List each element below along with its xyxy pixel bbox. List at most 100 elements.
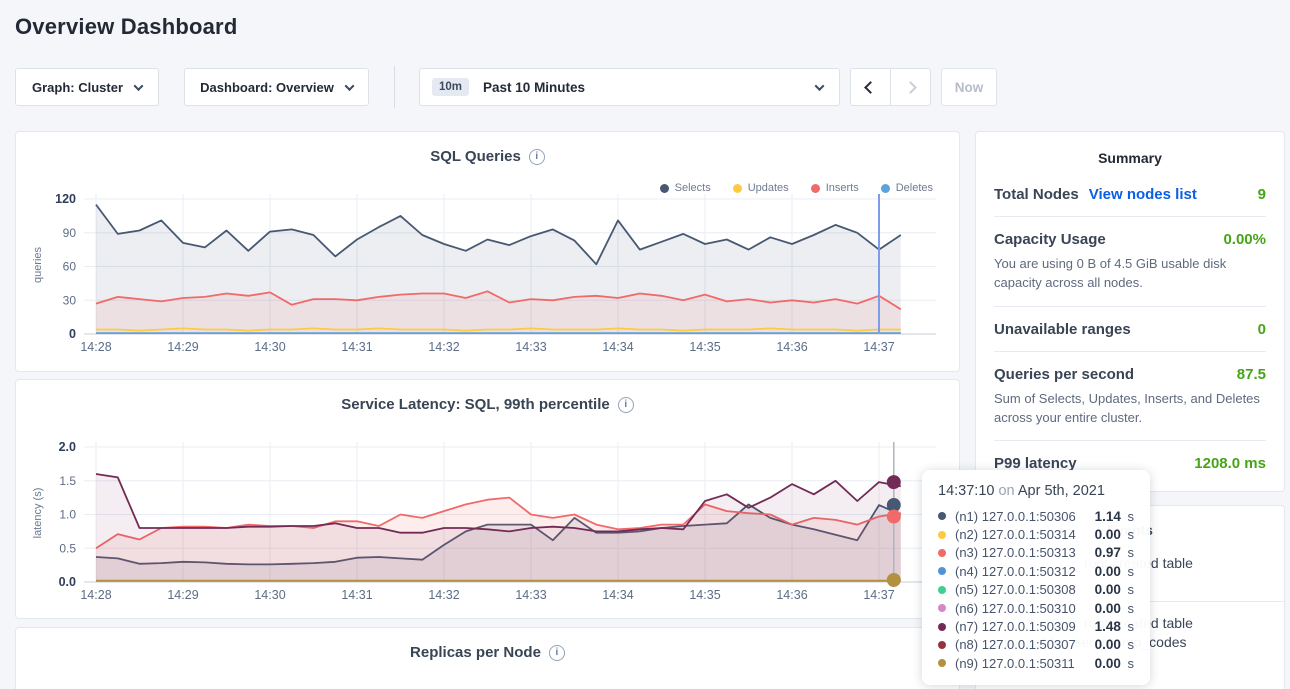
node-color-dot-icon	[938, 586, 946, 594]
node-color-dot-icon	[938, 623, 946, 631]
graph-scope-dropdown-label: Graph: Cluster	[32, 80, 123, 95]
summary-row-value: 9	[1258, 186, 1266, 203]
tooltip-node-value: 0.00 s	[1095, 637, 1134, 652]
service-latency-chart[interactable]: 14:2814:2914:3014:3114:3214:3314:3414:35…	[16, 380, 961, 618]
summary-row-label: Capacity Usage	[994, 231, 1106, 248]
summary-row: Capacity Usage0.00%You are using 0 B of …	[994, 217, 1266, 307]
svg-text:14:29: 14:29	[167, 340, 198, 354]
tooltip-node-unit: s	[1124, 619, 1134, 634]
chevron-left-icon	[864, 81, 877, 94]
tooltip-node-value: 0.00 s	[1095, 601, 1134, 616]
svg-text:14:33: 14:33	[515, 340, 546, 354]
svg-text:120: 120	[55, 192, 76, 206]
node-color-dot-icon	[938, 531, 946, 539]
summary-row-subtext: Sum of Selects, Updates, Inserts, and De…	[994, 390, 1266, 428]
tooltip-node-label: (n7) 127.0.0.1:50309	[955, 619, 1076, 634]
svg-text:0.0: 0.0	[59, 575, 76, 589]
info-icon[interactable]: i	[549, 645, 565, 661]
svg-text:2.0: 2.0	[59, 440, 76, 454]
node-color-dot-icon	[938, 659, 946, 667]
summary-row-label: Total Nodes	[994, 186, 1079, 203]
tooltip-node-unit: s	[1124, 509, 1134, 524]
time-back-button[interactable]	[850, 68, 891, 106]
tooltip-node-unit: s	[1124, 564, 1134, 579]
tooltip-node-label: (n8) 127.0.0.1:50307	[955, 637, 1076, 652]
svg-text:30: 30	[63, 293, 77, 307]
service-latency-panel: Service Latency: SQL, 99th percentile i …	[15, 379, 960, 619]
summary-header: Summary	[976, 132, 1284, 172]
page-title: Overview Dashboard	[15, 14, 237, 40]
dashboard-dropdown[interactable]: Dashboard: Overview	[184, 68, 369, 106]
svg-text:0: 0	[69, 327, 76, 341]
tooltip-node-row: (n2) 127.0.0.1:50314 0.00 s	[938, 525, 1134, 543]
svg-text:14:34: 14:34	[602, 340, 633, 354]
tooltip-node-row: (n1) 127.0.0.1:503061.14 s	[938, 507, 1134, 525]
now-button[interactable]: Now	[941, 68, 997, 106]
tooltip-node-label: (n2) 127.0.0.1:50314	[955, 527, 1076, 542]
dashboard-dropdown-label: Dashboard: Overview	[200, 80, 334, 95]
chevron-down-icon	[344, 81, 354, 91]
svg-text:14:28: 14:28	[80, 340, 111, 354]
tooltip-node-row: (n7) 127.0.0.1:50309 1.48 s	[938, 617, 1134, 635]
svg-text:14:37: 14:37	[863, 588, 894, 602]
tooltip-node-unit: s	[1124, 656, 1134, 671]
time-range-label: Past 10 Minutes	[483, 80, 585, 95]
svg-text:14:34: 14:34	[602, 588, 633, 602]
svg-text:90: 90	[63, 226, 77, 240]
svg-text:14:28: 14:28	[80, 588, 111, 602]
tooltip-node-unit: s	[1124, 527, 1134, 542]
controls-divider	[394, 66, 395, 108]
tooltip-node-value: 1.14 s	[1095, 509, 1134, 524]
tooltip-node-label: (n6) 127.0.0.1:50310	[955, 601, 1076, 616]
graph-scope-dropdown[interactable]: Graph: Cluster	[15, 68, 159, 106]
chart-hover-tooltip: 14:37:10 on Apr 5th, 2021 (n1) 127.0.0.1…	[922, 470, 1150, 685]
tooltip-node-value: 1.48 s	[1095, 619, 1134, 634]
sql-y-axis-unit: queries	[32, 215, 44, 315]
overview-dashboard-page: Overview Dashboard Graph: Cluster Dashbo…	[0, 0, 1290, 689]
tooltip-node-unit: s	[1124, 582, 1134, 597]
time-range-badge: 10m	[432, 78, 469, 96]
summary-row-head: Unavailable ranges0	[994, 321, 1266, 338]
summary-row-head: Queries per second87.5	[994, 366, 1266, 383]
replicas-per-node-title: Replicas per Node	[410, 644, 541, 661]
tooltip-node-value: 0.97 s	[1095, 545, 1134, 560]
chevron-right-icon	[904, 81, 917, 94]
svg-text:14:29: 14:29	[167, 588, 198, 602]
tooltip-node-value: 0.00 s	[1095, 564, 1134, 579]
summary-row-value: 0.00%	[1223, 231, 1266, 248]
svg-text:60: 60	[63, 260, 77, 274]
tooltip-node-value: 0.00 s	[1095, 527, 1134, 542]
time-range-selector[interactable]: 10m Past 10 Minutes	[419, 68, 840, 106]
view-nodes-list-link[interactable]: View nodes list	[1089, 186, 1197, 203]
tooltip-node-unit: s	[1124, 545, 1134, 560]
replicas-per-node-panel: Replicas per Node i	[15, 627, 960, 689]
svg-text:14:30: 14:30	[254, 340, 285, 354]
summary-row-value: 0	[1258, 321, 1266, 338]
svg-text:14:37: 14:37	[863, 340, 894, 354]
latency-y-axis-unit: latency (s)	[32, 463, 44, 563]
svg-text:14:30: 14:30	[254, 588, 285, 602]
summary-row: Total Nodes View nodes list 9	[994, 172, 1266, 217]
node-color-dot-icon	[938, 549, 946, 557]
node-color-dot-icon	[938, 604, 946, 612]
summary-row-value: 87.5	[1237, 366, 1266, 383]
summary-row-head: Total Nodes View nodes list 9	[994, 186, 1266, 203]
tooltip-node-label: (n5) 127.0.0.1:50308	[955, 582, 1076, 597]
tooltip-node-unit: s	[1124, 601, 1134, 616]
tooltip-node-row: (n3) 127.0.0.1:503130.97 s	[938, 544, 1134, 562]
node-color-dot-icon	[938, 567, 946, 575]
sql-queries-chart[interactable]: 14:2814:2914:3014:3114:3214:3314:3414:35…	[16, 132, 961, 371]
tooltip-node-unit: s	[1124, 637, 1134, 652]
svg-text:14:32: 14:32	[428, 340, 459, 354]
svg-text:1.0: 1.0	[59, 508, 76, 522]
time-forward-button[interactable]	[890, 68, 931, 106]
summary-row-head: Capacity Usage 0.00%	[994, 231, 1266, 248]
tooltip-node-label: (n9) 127.0.0.1:50311	[955, 656, 1075, 671]
summary-panel: Summary Total Nodes View nodes list 9 Capac…	[975, 131, 1285, 492]
tooltip-node-row: (n8) 127.0.0.1:50307 0.00 s	[938, 636, 1134, 654]
tooltip-node-value: 0.00 s	[1095, 656, 1134, 671]
svg-text:14:33: 14:33	[515, 588, 546, 602]
tooltip-timestamp: 14:37:10 on Apr 5th, 2021	[938, 483, 1134, 499]
node-color-dot-icon	[938, 512, 946, 520]
node-color-dot-icon	[938, 641, 946, 649]
